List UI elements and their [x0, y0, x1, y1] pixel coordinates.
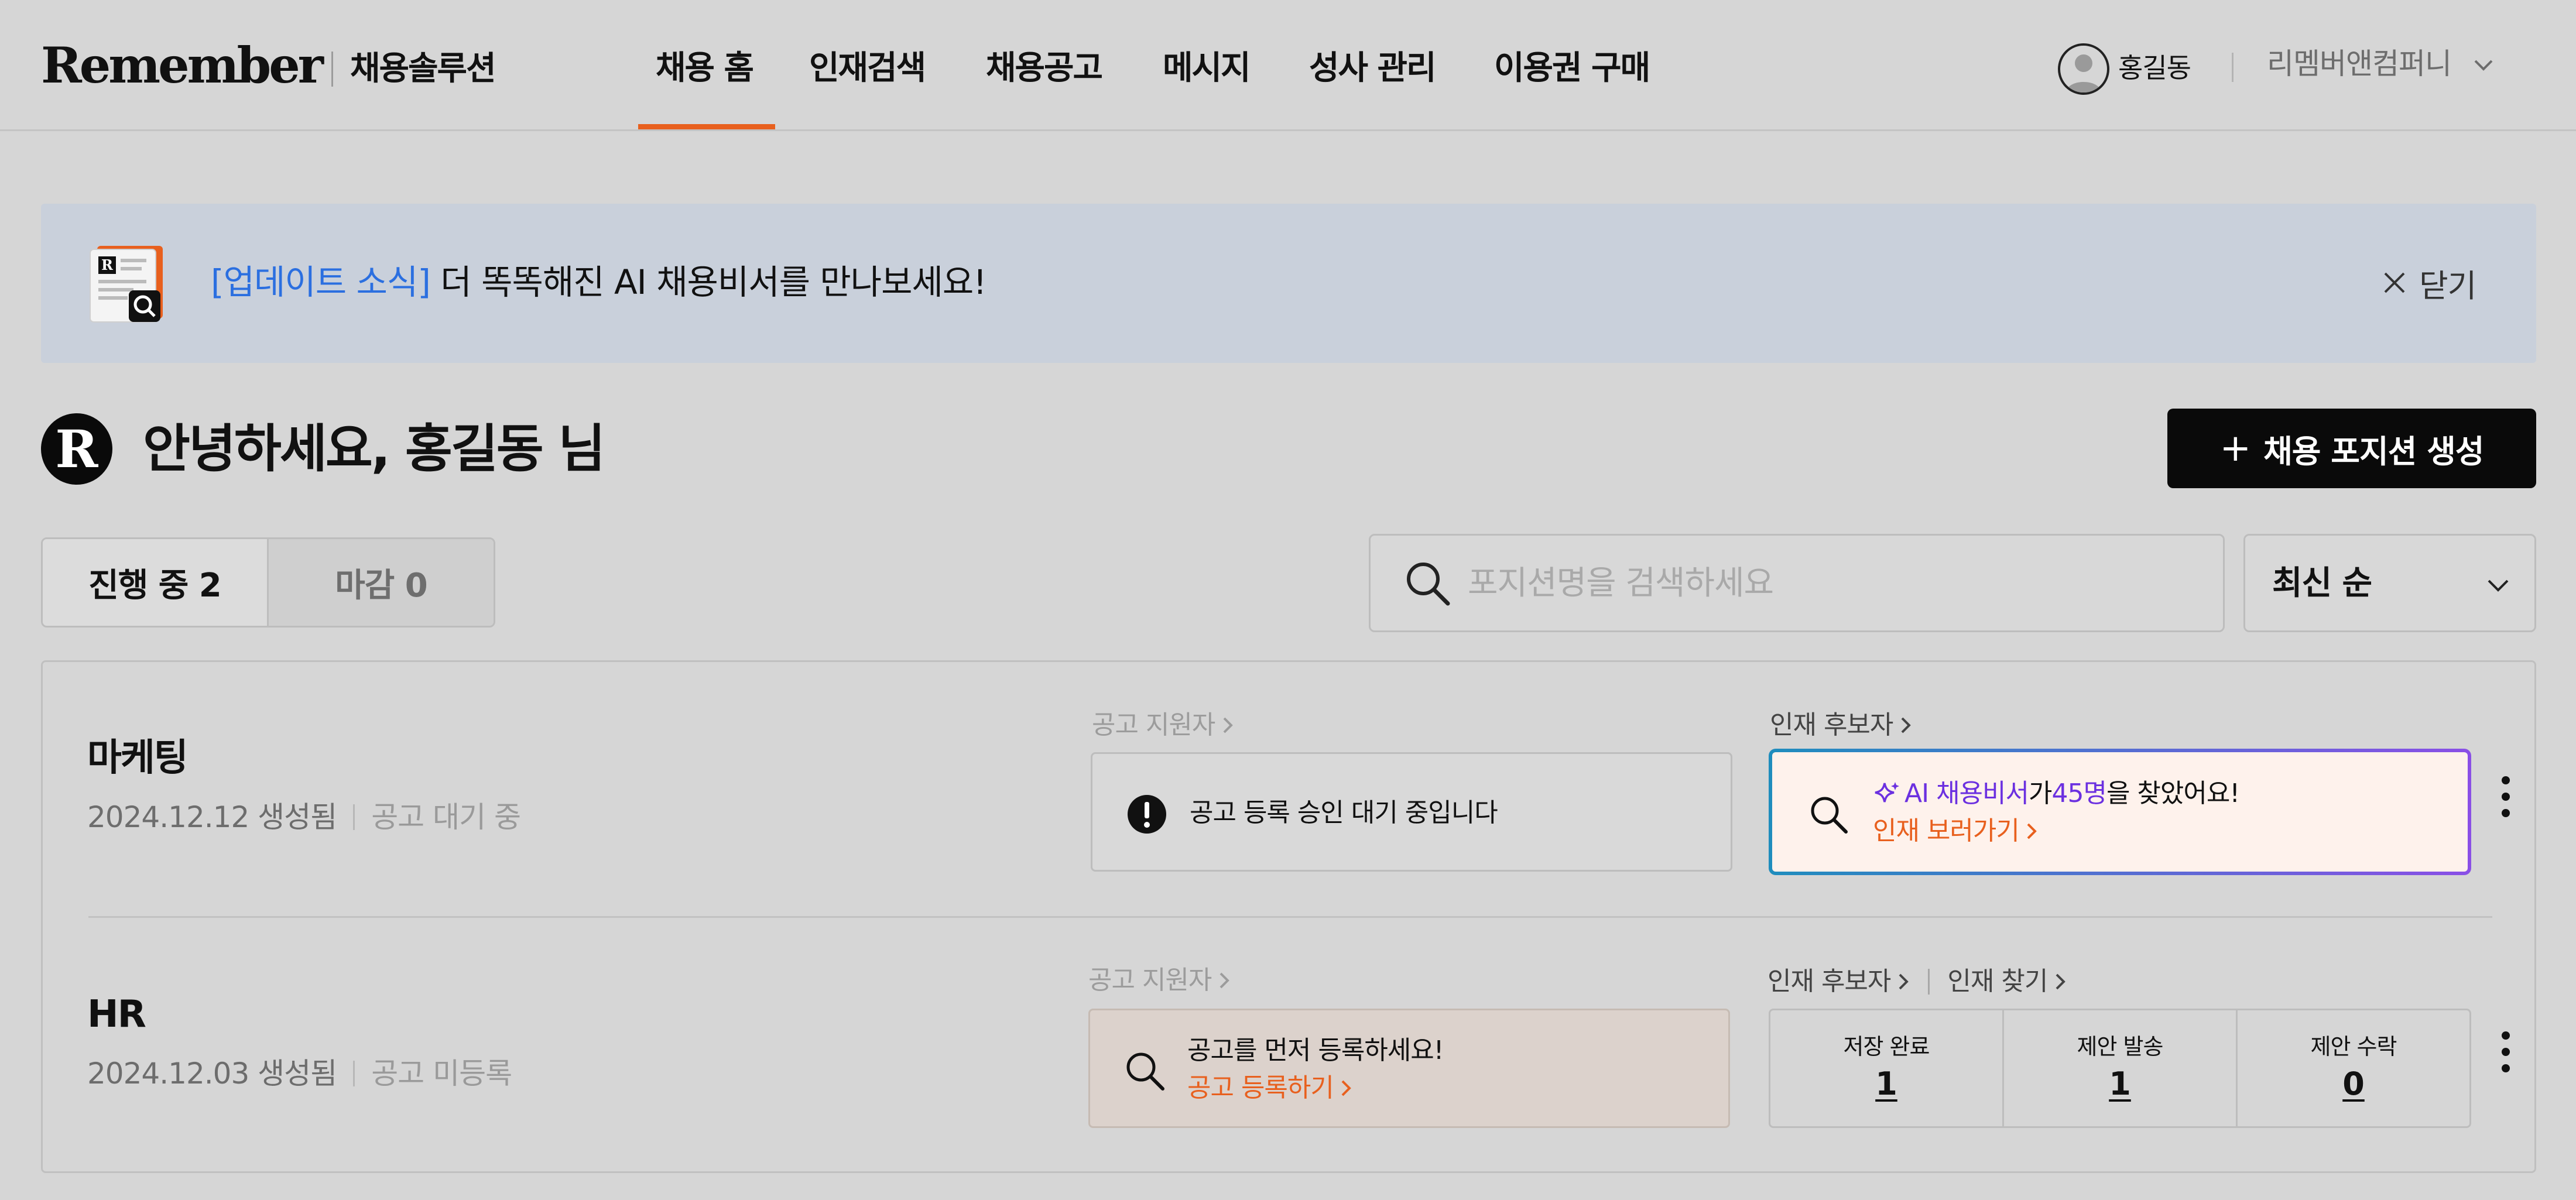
banner-message[interactable]: [업데이트 소식] 더 똑똑해진 AI 채용비서를 만나보세요! — [211, 260, 986, 304]
tab-closed[interactable]: 마감 0 — [269, 539, 494, 626]
position-search-box — [1369, 534, 2225, 632]
view-candidates-label: 인재 보러가기 — [1873, 816, 2020, 846]
alert-icon — [1128, 795, 1166, 834]
status-tabs: 진행 중 2 마감 0 — [41, 537, 495, 628]
sparkle-icon — [1875, 782, 1899, 803]
applicants-link[interactable]: 공고 지원자 — [1092, 708, 1235, 743]
sort-dropdown[interactable]: 최신 순 — [2243, 534, 2536, 632]
candidates-label[interactable]: 인재 후보자 — [1767, 964, 1891, 999]
candidates-label: 인재 후보자 — [1770, 710, 1893, 740]
position-status: 공고 대기 중 — [371, 800, 521, 834]
applicants-link[interactable]: 공고 지원자 — [1088, 963, 1231, 998]
remember-logo[interactable]: Remember — [41, 35, 324, 96]
banner-close-button[interactable]: 닫기 — [2383, 262, 2476, 304]
stat-offer-accepted[interactable]: 제안 수락 0 — [2236, 1010, 2469, 1126]
nav-item-talent-search[interactable]: 인재검색 — [809, 47, 926, 90]
position-created-date: 2024.12.12 생성됨 — [87, 800, 337, 834]
greeting-title: 안녕하세요, 홍길동 님 — [143, 419, 605, 479]
applicants-label: 공고 지원자 — [1088, 965, 1212, 995]
logo-subtitle: 채용솔루션 — [350, 50, 496, 88]
nav-item-recruit-home[interactable]: 채용 홈 — [656, 47, 754, 90]
close-icon — [2384, 272, 2405, 293]
register-posting-label: 공고 등록하기 — [1187, 1073, 1334, 1103]
candidates-links: 인재 후보자 인재 찾기 — [1767, 964, 2067, 999]
search-icon — [1407, 563, 1450, 606]
nav-item-hire-management[interactable]: 성사 관리 — [1309, 47, 1437, 90]
ai-candidate-count: 45명 — [2051, 779, 2106, 808]
sort-selected-value: 최신 순 — [2272, 564, 2372, 602]
chevron-right-icon — [1341, 1080, 1351, 1096]
position-meta: 2024.12.12 생성됨 공고 대기 중 — [87, 798, 521, 836]
nav-item-messages[interactable]: 메시지 — [1163, 47, 1251, 90]
more-options-icon[interactable] — [2485, 1023, 2526, 1081]
user-avatar-icon[interactable] — [2058, 43, 2109, 95]
candidates-link[interactable]: 인재 후보자 — [1770, 708, 1913, 743]
chevron-right-icon — [1220, 972, 1230, 989]
nav-item-buy-pass[interactable]: 이용권 구매 — [1494, 47, 1650, 90]
register-posting-link[interactable]: 공고 등록하기 — [1187, 1070, 1352, 1106]
newspaper-search-icon: R — [90, 246, 163, 323]
pending-message: 공고 등록 승인 대기 중입니다 — [1190, 798, 1498, 828]
position-title[interactable]: HR — [87, 990, 146, 1039]
ai-assistant-card[interactable]: AI 채용비서 가 45명 을 찾았어요! 인재 보러가기 — [1769, 749, 2471, 875]
stat-label: 제안 수락 — [2310, 1034, 2397, 1060]
chevron-down-icon — [2488, 580, 2509, 592]
user-name[interactable]: 홍길동 — [2118, 49, 2191, 87]
label-divider — [1928, 969, 1930, 995]
company-name[interactable]: 리멤버앤컴퍼니 — [2267, 44, 2452, 83]
position-status: 공고 미등록 — [371, 1057, 512, 1091]
stat-offer-sent[interactable]: 제안 발송 1 — [2002, 1010, 2236, 1126]
user-divider — [2232, 53, 2234, 82]
nav-item-job-postings[interactable]: 채용공고 — [986, 47, 1103, 90]
stat-label: 저장 완료 — [1843, 1034, 1930, 1060]
ai-particle: 가 — [2028, 779, 2052, 808]
ai-suffix: 을 찾았어요! — [2106, 779, 2240, 808]
plus-icon: + — [2219, 427, 2252, 470]
search-icon — [1811, 797, 1848, 834]
applicants-label: 공고 지원자 — [1092, 710, 1215, 740]
candidate-stats-card: 저장 완료 1 제안 발송 1 제안 수락 0 — [1769, 1009, 2471, 1128]
create-position-button[interactable]: + 채용 포지션 생성 — [2167, 409, 2536, 488]
svg-text:R: R — [101, 256, 114, 273]
stat-saved[interactable]: 저장 완료 1 — [1770, 1010, 2002, 1126]
chevron-right-icon — [1223, 717, 1234, 733]
banner-tag: [업데이트 소식] — [211, 262, 431, 302]
pending-approval-card: 공고 등록 승인 대기 중입니다 — [1091, 752, 1732, 872]
view-candidates-link[interactable]: 인재 보러가기 — [1873, 813, 2038, 849]
chevron-down-icon[interactable] — [2472, 53, 2495, 76]
position-list: 마케팅 2024.12.12 생성됨 공고 대기 중 공고 지원자 인재 후보자… — [41, 660, 2536, 1173]
ai-assistant-name: AI 채용비서 — [1904, 779, 2029, 808]
close-label: 닫기 — [2419, 267, 2476, 304]
active-nav-underline — [638, 124, 775, 129]
create-position-label: 채용 포지션 생성 — [2263, 433, 2484, 470]
meta-divider — [353, 1061, 355, 1086]
meta-divider — [353, 804, 355, 830]
tab-ongoing[interactable]: 진행 중 2 — [43, 539, 269, 626]
position-title[interactable]: 마케팅 — [87, 733, 189, 783]
top-header: Remember 채용솔루션 채용 홈 인재검색 채용공고 메시지 성사 관리 … — [0, 0, 2576, 131]
row-divider — [88, 916, 2492, 918]
logo-divider — [331, 52, 333, 87]
stat-label: 제안 발송 — [2077, 1034, 2164, 1060]
stat-value[interactable]: 1 — [2109, 1062, 2131, 1106]
register-posting-card[interactable]: 공고를 먼저 등록하세요! 공고 등록하기 — [1088, 1009, 1730, 1128]
find-talent-label[interactable]: 인재 찾기 — [1947, 964, 2048, 999]
search-icon — [1126, 1052, 1164, 1091]
chevron-right-icon — [1901, 717, 1912, 733]
ai-found-message: AI 채용비서 가 45명 을 찾았어요! — [1873, 776, 2240, 812]
position-created-date: 2024.12.03 생성됨 — [87, 1057, 337, 1091]
position-meta: 2024.12.03 생성됨 공고 미등록 — [87, 1054, 512, 1093]
chevron-right-icon[interactable] — [1896, 971, 1910, 992]
stat-value[interactable]: 0 — [2342, 1062, 2365, 1106]
stat-value[interactable]: 1 — [1875, 1062, 1897, 1106]
update-banner: R [업데이트 소식] 더 똑똑해진 AI 채용비서를 만나보세요! 닫기 — [41, 204, 2536, 363]
more-options-icon[interactable] — [2485, 767, 2526, 826]
register-first-message: 공고를 먼저 등록하세요! — [1187, 1036, 1444, 1065]
chevron-right-icon[interactable] — [2053, 971, 2067, 992]
chevron-right-icon — [2027, 823, 2037, 839]
position-search-input[interactable] — [1468, 553, 2194, 613]
remember-r-icon: R — [41, 413, 112, 485]
banner-text: 더 똑똑해진 AI 채용비서를 만나보세요! — [440, 262, 986, 302]
